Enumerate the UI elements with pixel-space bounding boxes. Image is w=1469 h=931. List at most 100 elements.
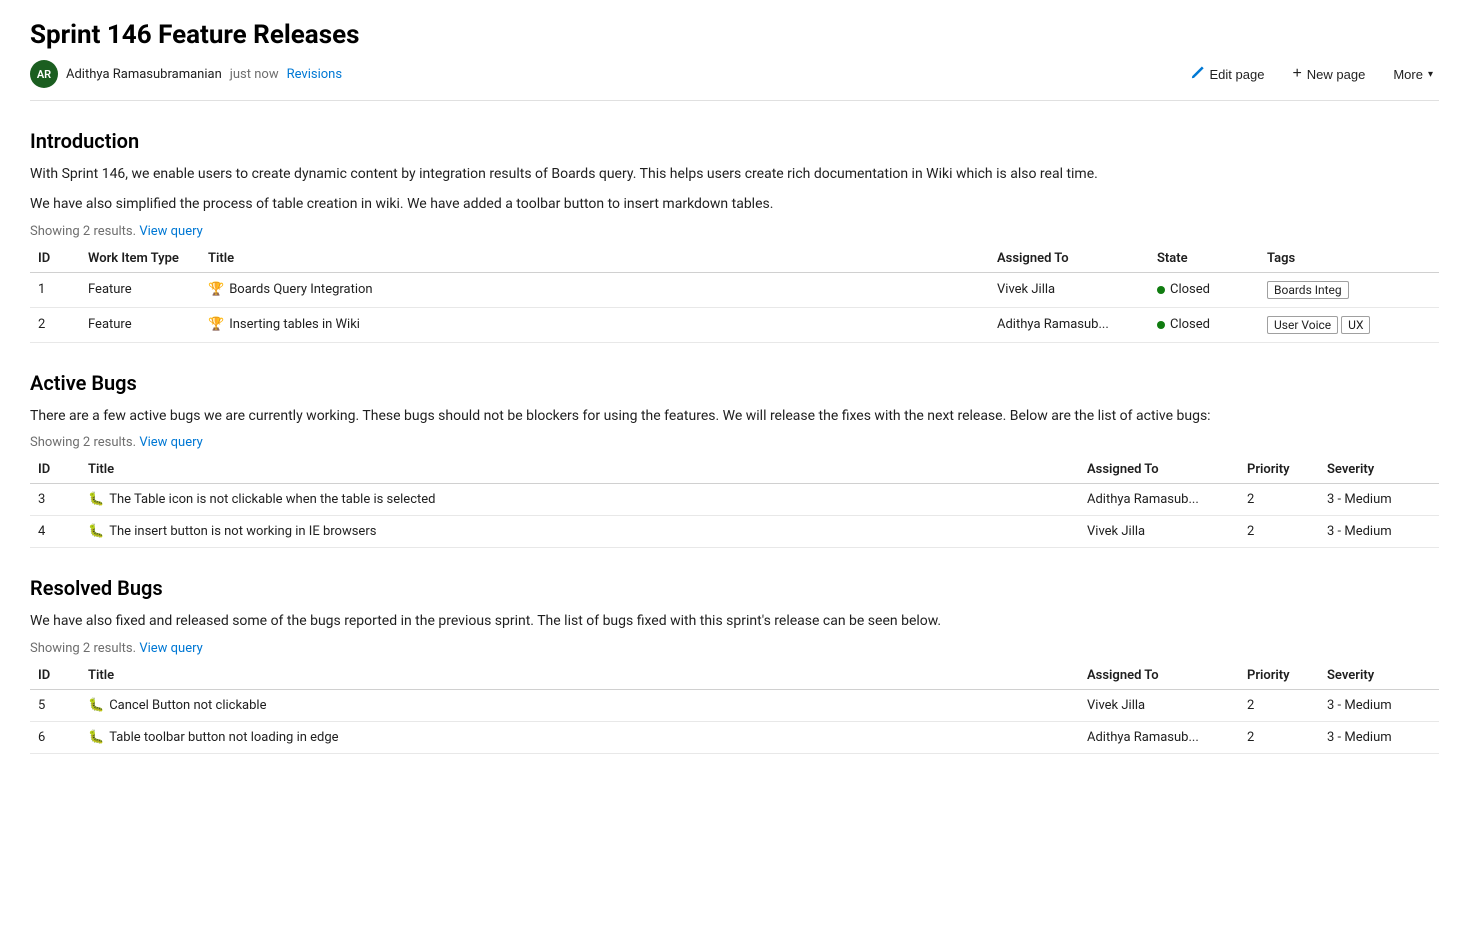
cell-id: 5 (30, 689, 80, 721)
active-bugs-para: There are a few active bugs we are curre… (30, 405, 1439, 427)
col-header-assigned-bugs: Assigned To (1079, 456, 1239, 484)
col-header-type: Work Item Type (80, 245, 200, 273)
cell-state: Closed (1149, 307, 1259, 342)
cell-title: 🏆 Boards Query Integration (200, 272, 989, 307)
cell-assigned: Adithya Ramasub... (989, 307, 1149, 342)
introduction-para-2: We have also simplified the process of t… (30, 193, 1439, 215)
introduction-para-1: With Sprint 146, we enable users to crea… (30, 163, 1439, 185)
active-bugs-view-query[interactable]: View query (139, 435, 202, 450)
cell-id: 2 (30, 307, 80, 342)
feature-icon: 🏆 (208, 282, 224, 297)
header-actions: Edit page + New page More ▾ (1185, 61, 1439, 87)
introduction-heading: Introduction (30, 129, 1439, 153)
col-header-assigned: Assigned To (989, 245, 1149, 273)
cell-severity: 3 - Medium (1319, 484, 1439, 516)
bug-icon: 🐛 (88, 730, 104, 745)
table-row: 4 🐛 The insert button is not working in … (30, 516, 1439, 548)
active-bugs-table: ID Title Assigned To Priority Severity 3… (30, 456, 1439, 548)
tag-badge: Boards Integ (1267, 281, 1349, 299)
resolved-bugs-table: ID Title Assigned To Priority Severity 5… (30, 662, 1439, 754)
new-page-label: New page (1307, 67, 1366, 82)
tag-badge: User Voice (1267, 316, 1338, 334)
col-header-priority-resolved: Priority (1239, 662, 1319, 690)
active-bugs-header-row: ID Title Assigned To Priority Severity (30, 456, 1439, 484)
cell-assigned: Vivek Jilla (1079, 689, 1239, 721)
cell-type: Feature (80, 307, 200, 342)
col-header-assigned-resolved: Assigned To (1079, 662, 1239, 690)
pencil-icon (1191, 66, 1205, 83)
resolved-bugs-heading: Resolved Bugs (30, 576, 1439, 600)
more-button[interactable]: More ▾ (1387, 63, 1439, 86)
cell-severity: 3 - Medium (1319, 721, 1439, 753)
cell-assigned: Vivek Jilla (989, 272, 1149, 307)
introduction-table: ID Work Item Type Title Assigned To Stat… (30, 245, 1439, 343)
table-row: 5 🐛 Cancel Button not clickable Vivek Ji… (30, 689, 1439, 721)
timestamp: just now (230, 67, 279, 82)
table-row: 3 🐛 The Table icon is not clickable when… (30, 484, 1439, 516)
cell-severity: 3 - Medium (1319, 689, 1439, 721)
plus-icon: + (1292, 65, 1301, 83)
cell-title: 🐛 The Table icon is not clickable when t… (80, 484, 1079, 516)
col-header-state: State (1149, 245, 1259, 273)
bug-icon: 🐛 (88, 524, 104, 539)
col-header-title-bugs: Title (80, 456, 1079, 484)
bug-icon: 🐛 (88, 698, 104, 713)
cell-tags: User VoiceUX (1259, 307, 1439, 342)
cell-priority: 2 (1239, 689, 1319, 721)
state-label: Closed (1170, 282, 1210, 297)
col-header-id-bugs: ID (30, 456, 80, 484)
state-dot (1157, 286, 1165, 294)
resolved-bugs-header-row: ID Title Assigned To Priority Severity (30, 662, 1439, 690)
resolved-bugs-para: We have also fixed and released some of … (30, 610, 1439, 632)
new-page-button[interactable]: + New page (1286, 61, 1371, 87)
page-title: Sprint 146 Feature Releases (30, 20, 1439, 50)
cell-id: 1 (30, 272, 80, 307)
col-header-severity-resolved: Severity (1319, 662, 1439, 690)
state-dot (1157, 321, 1165, 329)
introduction-view-query[interactable]: View query (139, 224, 202, 239)
bug-icon: 🐛 (88, 492, 104, 507)
state-label: Closed (1170, 317, 1210, 332)
revisions-link[interactable]: Revisions (287, 67, 342, 82)
cell-priority: 2 (1239, 484, 1319, 516)
cell-assigned: Adithya Ramasub... (1079, 484, 1239, 516)
author-name: Adithya Ramasubramanian (66, 67, 222, 82)
col-header-priority-bugs: Priority (1239, 456, 1319, 484)
cell-title: 🏆 Inserting tables in Wiki (200, 307, 989, 342)
cell-assigned: Vivek Jilla (1079, 516, 1239, 548)
cell-title: 🐛 Table toolbar button not loading in ed… (80, 721, 1079, 753)
col-header-tags: Tags (1259, 245, 1439, 273)
cell-title: 🐛 Cancel Button not clickable (80, 689, 1079, 721)
cell-state: Closed (1149, 272, 1259, 307)
cell-id: 4 (30, 516, 80, 548)
avatar: AR (30, 60, 58, 88)
col-header-title-resolved: Title (80, 662, 1079, 690)
cell-type: Feature (80, 272, 200, 307)
cell-id: 3 (30, 484, 80, 516)
table-row: 2 Feature 🏆 Inserting tables in Wiki Adi… (30, 307, 1439, 342)
table-row: 6 🐛 Table toolbar button not loading in … (30, 721, 1439, 753)
introduction-showing-results: Showing 2 results. View query (30, 224, 1439, 239)
cell-title: 🐛 The insert button is not working in IE… (80, 516, 1079, 548)
chevron-down-icon: ▾ (1428, 69, 1433, 80)
cell-priority: 2 (1239, 516, 1319, 548)
edit-page-label: Edit page (1210, 67, 1265, 82)
table-row: 1 Feature 🏆 Boards Query Integration Viv… (30, 272, 1439, 307)
cell-id: 6 (30, 721, 80, 753)
cell-tags: Boards Integ (1259, 272, 1439, 307)
col-header-id-resolved: ID (30, 662, 80, 690)
edit-page-button[interactable]: Edit page (1185, 62, 1271, 87)
tag-badge: UX (1341, 316, 1370, 334)
cell-priority: 2 (1239, 721, 1319, 753)
introduction-table-header-row: ID Work Item Type Title Assigned To Stat… (30, 245, 1439, 273)
resolved-bugs-showing-results: Showing 2 results. View query (30, 641, 1439, 656)
active-bugs-heading: Active Bugs (30, 371, 1439, 395)
col-header-title: Title (200, 245, 989, 273)
resolved-bugs-view-query[interactable]: View query (139, 641, 202, 656)
cell-severity: 3 - Medium (1319, 516, 1439, 548)
feature-icon: 🏆 (208, 317, 224, 332)
col-header-severity-bugs: Severity (1319, 456, 1439, 484)
col-header-id: ID (30, 245, 80, 273)
more-label: More (1393, 67, 1423, 82)
page-meta-bar: AR Adithya Ramasubramanian just now Revi… (30, 60, 1439, 101)
